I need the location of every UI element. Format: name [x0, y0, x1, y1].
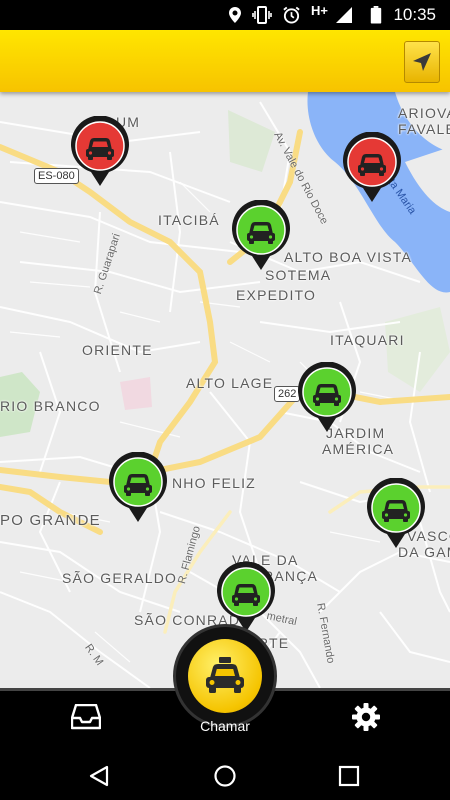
- neighborhood-label: FAVALE: [398, 121, 450, 137]
- map-view[interactable]: UM ITACIBÁ ALTO BOA VISTA SOTEMA EXPEDIT…: [0, 92, 450, 688]
- taxi-marker-icon: [367, 478, 425, 548]
- recents-button[interactable]: [331, 758, 367, 794]
- neighborhood-label: ALTO BOA VISTA: [284, 249, 413, 265]
- back-button[interactable]: [81, 758, 117, 794]
- status-time: 10:35: [393, 5, 436, 24]
- neighborhood-label: AMÉRICA: [322, 441, 395, 457]
- back-triangle-icon: [89, 765, 109, 787]
- neighborhood-label: ITAQUARI: [330, 332, 405, 348]
- vibrate-icon: [252, 6, 272, 24]
- gear-icon: [352, 703, 380, 731]
- system-navigation-bar: [0, 750, 450, 800]
- call-taxi-button-frame: [173, 624, 277, 728]
- recents-square-icon: [338, 765, 360, 787]
- neighborhood-label: ARIOVA: [398, 105, 450, 121]
- neighborhood-label: ALTO LAGE: [186, 375, 274, 391]
- inbox-button[interactable]: [66, 699, 106, 735]
- app-bar: [0, 30, 450, 92]
- call-taxi-label: Chamar: [200, 718, 250, 734]
- neighborhood-label: PO GRANDE: [0, 512, 101, 529]
- taxi-marker-icon: [71, 116, 129, 186]
- battery-icon: [370, 6, 382, 24]
- taxi-marker-available[interactable]: [107, 452, 169, 524]
- location-icon: [229, 7, 241, 23]
- alarm-icon: [283, 6, 300, 24]
- app-screen: H+ 10:35 UM ITACIBÁ ALTO BOA VISTA SOTEM…: [0, 0, 450, 800]
- signal-icon: [336, 7, 352, 23]
- taxi-icon: [206, 657, 244, 693]
- neighborhood-label: SÃO GERALDO: [62, 570, 178, 586]
- taxi-marker-icon: [109, 452, 167, 522]
- neighborhood-label: NHO FELIZ: [172, 475, 256, 491]
- neighborhood-label: ITACIBÁ: [158, 212, 220, 228]
- taxi-marker-icon: [298, 362, 356, 432]
- taxi-marker-icon: [343, 132, 401, 202]
- taxi-marker-icon: [232, 200, 290, 270]
- taxi-marker-busy[interactable]: [69, 116, 131, 188]
- taxi-marker-available[interactable]: [296, 362, 358, 434]
- home-button[interactable]: [207, 758, 243, 794]
- taxi-marker-available[interactable]: [365, 478, 427, 550]
- taxi-marker-available[interactable]: [230, 200, 292, 272]
- settings-button[interactable]: [346, 699, 386, 735]
- navigation-arrow-icon: [413, 53, 431, 71]
- neighborhood-label: ORIENTE: [82, 342, 153, 358]
- taxi-marker-busy[interactable]: [341, 132, 403, 204]
- call-taxi-button[interactable]: [188, 639, 262, 713]
- locate-me-button[interactable]: [404, 41, 440, 83]
- status-bar: H+ 10:35: [0, 0, 450, 30]
- neighborhood-label: EXPEDITO: [236, 287, 317, 303]
- network-type-label: H+: [311, 3, 328, 18]
- home-circle-icon: [214, 765, 236, 787]
- inbox-icon: [71, 704, 101, 730]
- neighborhood-label: RIO BRANCO: [0, 398, 101, 414]
